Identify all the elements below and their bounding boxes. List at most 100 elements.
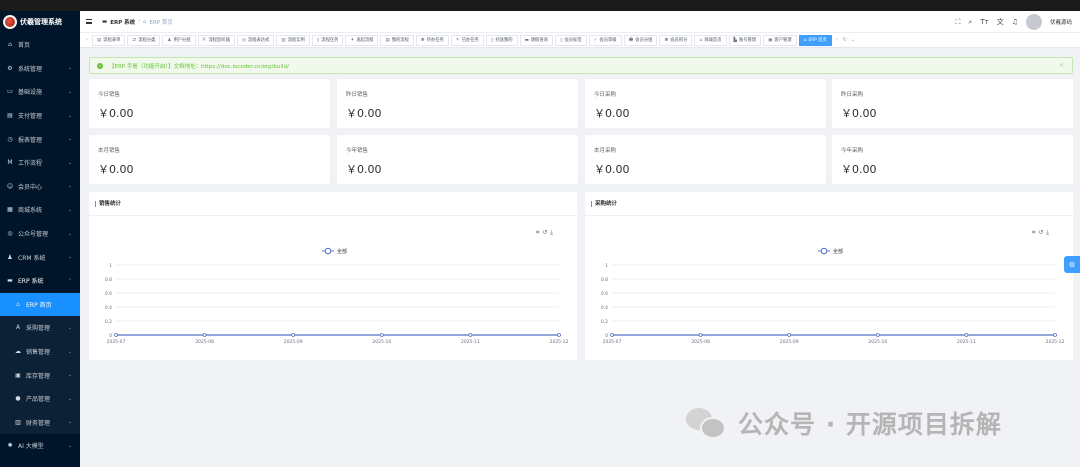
home-icon: ⌂ [8, 41, 12, 49]
tab-item[interactable]: ◎ 流程表达式 [236, 34, 275, 46]
sidebar-item-label: 首页 [18, 42, 31, 50]
tab-item[interactable]: ▥ 流程实例 [276, 34, 310, 46]
refresh-icon[interactable]: ↻ [842, 37, 848, 43]
translate-icon[interactable]: 文 [997, 17, 1004, 27]
sidebar-item[interactable]: ☁ 销售管理 ⌄ [0, 339, 80, 364]
tab-item[interactable]: ▙ 账号管理 [728, 34, 762, 46]
y-tick-label: 0.4 [105, 305, 112, 311]
sidebar-item[interactable]: ▭ 基础设施 ⌄ [0, 80, 80, 104]
tab-item[interactable]: ▯ 流程任务 [311, 34, 344, 46]
sidebar-item[interactable]: ♟ CRM 系统 ⌄ [0, 245, 80, 269]
tags-scroll-right-icon[interactable]: › [834, 37, 840, 43]
tab-item[interactable]: ▬ 请假查询 [519, 34, 553, 46]
sidebar-item[interactable]: M 工作流程 ⌄ [0, 151, 80, 175]
data-point[interactable] [1053, 333, 1057, 337]
bell-icon[interactable]: ♫ [1012, 18, 1018, 26]
tab-item[interactable]: ✽ 待办任务 [415, 34, 449, 46]
data-point[interactable] [468, 333, 473, 337]
sidebar-item[interactable]: ◷ 报表管理 ⌄ [0, 127, 80, 151]
sidebar-item[interactable]: ▥ 财务管理 ⌄ [0, 410, 80, 435]
data-point[interactable] [964, 333, 969, 337]
tab-item[interactable]: ▯ 会员标签 [554, 34, 587, 46]
close-icon[interactable]: ✕ [1059, 62, 1064, 69]
legend[interactable]: 全部 [818, 247, 843, 255]
font-size-icon[interactable]: Tт [980, 18, 988, 26]
shop-icon: ▦ [7, 206, 13, 214]
tab-icon: ☻ [628, 37, 634, 43]
menu-collapse-icon[interactable] [86, 19, 92, 24]
tab-label: 客户管理 [774, 38, 792, 43]
tags-scroll-left-icon[interactable]: ‹ [84, 37, 90, 43]
settings-float-button[interactable]: ⚙ [1064, 256, 1080, 273]
sidebar-item[interactable]: ✺ AI 大模型 ⌄ [0, 434, 80, 458]
y-tick-label: 0 [109, 333, 112, 339]
tab-item[interactable]: ⇱ 流程监听器 [197, 34, 235, 46]
tab-item[interactable]: ⌂ ERP 首页 [798, 34, 832, 46]
stat-card: 昨日采购 ￥0.00 [832, 79, 1073, 128]
search-icon[interactable]: ⌕ [968, 18, 972, 27]
data-point[interactable] [291, 333, 296, 337]
tab-label: 用户分组 [173, 38, 191, 43]
tab-item[interactable]: ▤ 我的流程 [380, 34, 414, 46]
tab-icon: ⇱ [202, 37, 207, 43]
tab-item[interactable]: ✦ 发起流程 [345, 34, 379, 46]
tab-item[interactable]: ✎ 已办任务 [450, 34, 484, 46]
sidebar-item[interactable]: ▤ 支付管理 ⌄ [0, 104, 80, 128]
tab-item[interactable]: ✽ 会员积分 [659, 34, 693, 46]
sidebar-item[interactable]: ◎ 公众号管理 ⌄ [0, 222, 80, 246]
sales-icon: ☁ [15, 348, 21, 356]
chevron-down-icon: ⌄ [67, 159, 72, 166]
chevron-down-icon: ⌄ [67, 324, 72, 331]
tags-menu-icon[interactable]: ⌄ [850, 37, 856, 43]
home-breadcrumb-icon: ⌂ [143, 18, 147, 25]
data-point[interactable] [557, 333, 561, 337]
y-tick-label: 1 [605, 263, 608, 269]
data-point[interactable] [787, 333, 792, 337]
tab-item[interactable]: ♟ 用户分组 [162, 34, 196, 46]
purchase-icon: A [15, 324, 21, 332]
sidebar-item[interactable]: ⌂ 首页 [0, 33, 80, 57]
sidebar-item[interactable]: ▦ 商城系统 ⌄ [0, 198, 80, 222]
avatar[interactable] [1025, 14, 1042, 30]
y-tick-label: 0.2 [601, 319, 608, 325]
tab-item[interactable]: ✓ 会员等级 [588, 34, 622, 46]
data-point[interactable] [875, 333, 880, 337]
sidebar-item[interactable]: ☺ 会员中心 ⌄ [0, 175, 80, 199]
brand[interactable]: 伏羲管理系统 [0, 11, 80, 33]
home-icon: ⌂ [16, 300, 20, 308]
sidebar-item-label: 商城系统 [18, 207, 43, 215]
data-point[interactable] [379, 333, 384, 337]
sidebar-item[interactable]: ● 产品管理 ⌄ [0, 386, 80, 411]
tab-item[interactable]: ⇄ 流程分类 [127, 34, 161, 46]
stat-label: 今日采购 [594, 92, 617, 98]
tab-item[interactable]: ☻ 会员分组 [623, 34, 658, 46]
tab-item[interactable]: ▣ 客户管理 [763, 34, 797, 46]
tab-label: 流程监听器 [208, 38, 230, 43]
fullscreen-icon[interactable]: ⛶ [956, 18, 961, 27]
header-actions: ⛶ ⌕ Tт 文 ♫ 伏羲源码 [956, 11, 1072, 33]
sidebar-item[interactable]: ⚙ 系统管理 ⌄ [0, 57, 80, 81]
sidebar-item-label: 财务管理 [26, 419, 51, 427]
alert-text[interactable]: 【ERP 手册（功能开启）】文档地址：https://doc.iocoder.c… [109, 62, 289, 70]
tab-item[interactable]: ⌂ 商城首页 [694, 34, 727, 46]
tab-item[interactable]: ▯ 抄送我的 [485, 34, 518, 46]
sidebar-item[interactable]: ▣ 库存管理 ⌄ [0, 363, 80, 387]
data-point[interactable] [610, 333, 614, 337]
sidebar-item[interactable]: A 采购管理 ⌄ [0, 316, 80, 340]
tab-item[interactable]: ▤ 流程表单 [92, 34, 126, 46]
ai-icon: ✺ [7, 442, 13, 450]
username[interactable]: 伏羲源码 [1050, 18, 1072, 26]
data-point[interactable] [114, 333, 118, 337]
data-point[interactable] [202, 333, 207, 337]
legend[interactable]: 全部 [322, 247, 347, 255]
sidebar-item[interactable]: ⌂ ERP 首页 [0, 292, 80, 317]
sidebar-item[interactable]: ▬ ERP 系统 ⌃ [0, 269, 80, 293]
chevron-down-icon: ⌄ [67, 136, 72, 143]
data-point[interactable] [698, 333, 703, 337]
finance-icon: ▥ [15, 418, 21, 426]
chevron-down-icon: ⌄ [67, 348, 72, 355]
stat-label: 昨日销售 [346, 92, 369, 98]
breadcrumb-root[interactable]: ERP 系统 [110, 18, 135, 26]
breadcrumb-separator: / [138, 18, 141, 25]
x-tick-label: 2025-08 [691, 339, 710, 345]
